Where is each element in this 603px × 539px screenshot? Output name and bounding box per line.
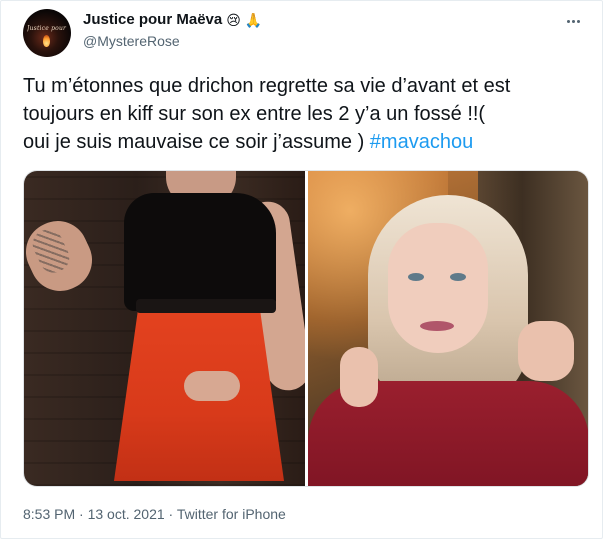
candle-flame-icon xyxy=(43,35,50,47)
hand xyxy=(340,347,378,407)
crying-face-emoji: 😢 xyxy=(226,11,241,28)
media-grid xyxy=(23,170,589,487)
hand xyxy=(518,321,574,381)
tweet-time[interactable]: 8:53 PM xyxy=(23,506,75,522)
eye xyxy=(450,273,466,281)
meta-separator: · xyxy=(164,506,177,522)
photo-right[interactable] xyxy=(308,171,588,486)
tweet-text-line: oui je suis mauvaise ce soir j’assume ) … xyxy=(23,128,593,156)
tweet-text-line: toujours en kiff sur son ex entre les 2 … xyxy=(23,103,486,125)
author-handle[interactable]: @MystereRose xyxy=(83,33,180,49)
photo-left[interactable] xyxy=(24,171,305,486)
lips xyxy=(420,321,454,331)
display-name[interactable]: Justice pour Maëva xyxy=(83,11,222,28)
black-top xyxy=(124,193,276,311)
dot xyxy=(566,19,570,23)
dot xyxy=(571,19,575,23)
avatar-text: Justice pour Maëva xyxy=(27,25,67,32)
tweet-text: Tu m’étonnes que drichon regrette sa vie… xyxy=(23,72,593,156)
avatar[interactable]: Justice pour Maëva xyxy=(23,9,71,57)
dot xyxy=(576,19,580,23)
eye xyxy=(408,273,424,281)
hashtag-link[interactable]: #mavachou xyxy=(370,131,473,153)
meta-separator: · xyxy=(75,506,88,522)
more-horizontal-icon[interactable] xyxy=(562,13,584,29)
tweet-text-line: Tu m’étonnes que drichon regrette sa vie… xyxy=(23,75,511,97)
folded-hands-emoji: 🙏 xyxy=(244,11,263,28)
hand xyxy=(184,371,240,401)
tweet-text-segment: oui je suis mauvaise ce soir j’assume ) xyxy=(23,131,370,153)
author-name-row: Justice pour Maëva 😢 🙏 xyxy=(83,11,262,28)
tweet-source[interactable]: Twitter for iPhone xyxy=(177,506,286,522)
belt xyxy=(136,299,276,313)
face xyxy=(388,223,488,353)
tweet-meta: 8:53 PM · 13 oct. 2021 · Twitter for iPh… xyxy=(23,506,286,522)
tweet-card: Justice pour Maëva Justice pour Maëva 😢 … xyxy=(0,0,603,539)
tweet-date[interactable]: 13 oct. 2021 xyxy=(88,506,165,522)
